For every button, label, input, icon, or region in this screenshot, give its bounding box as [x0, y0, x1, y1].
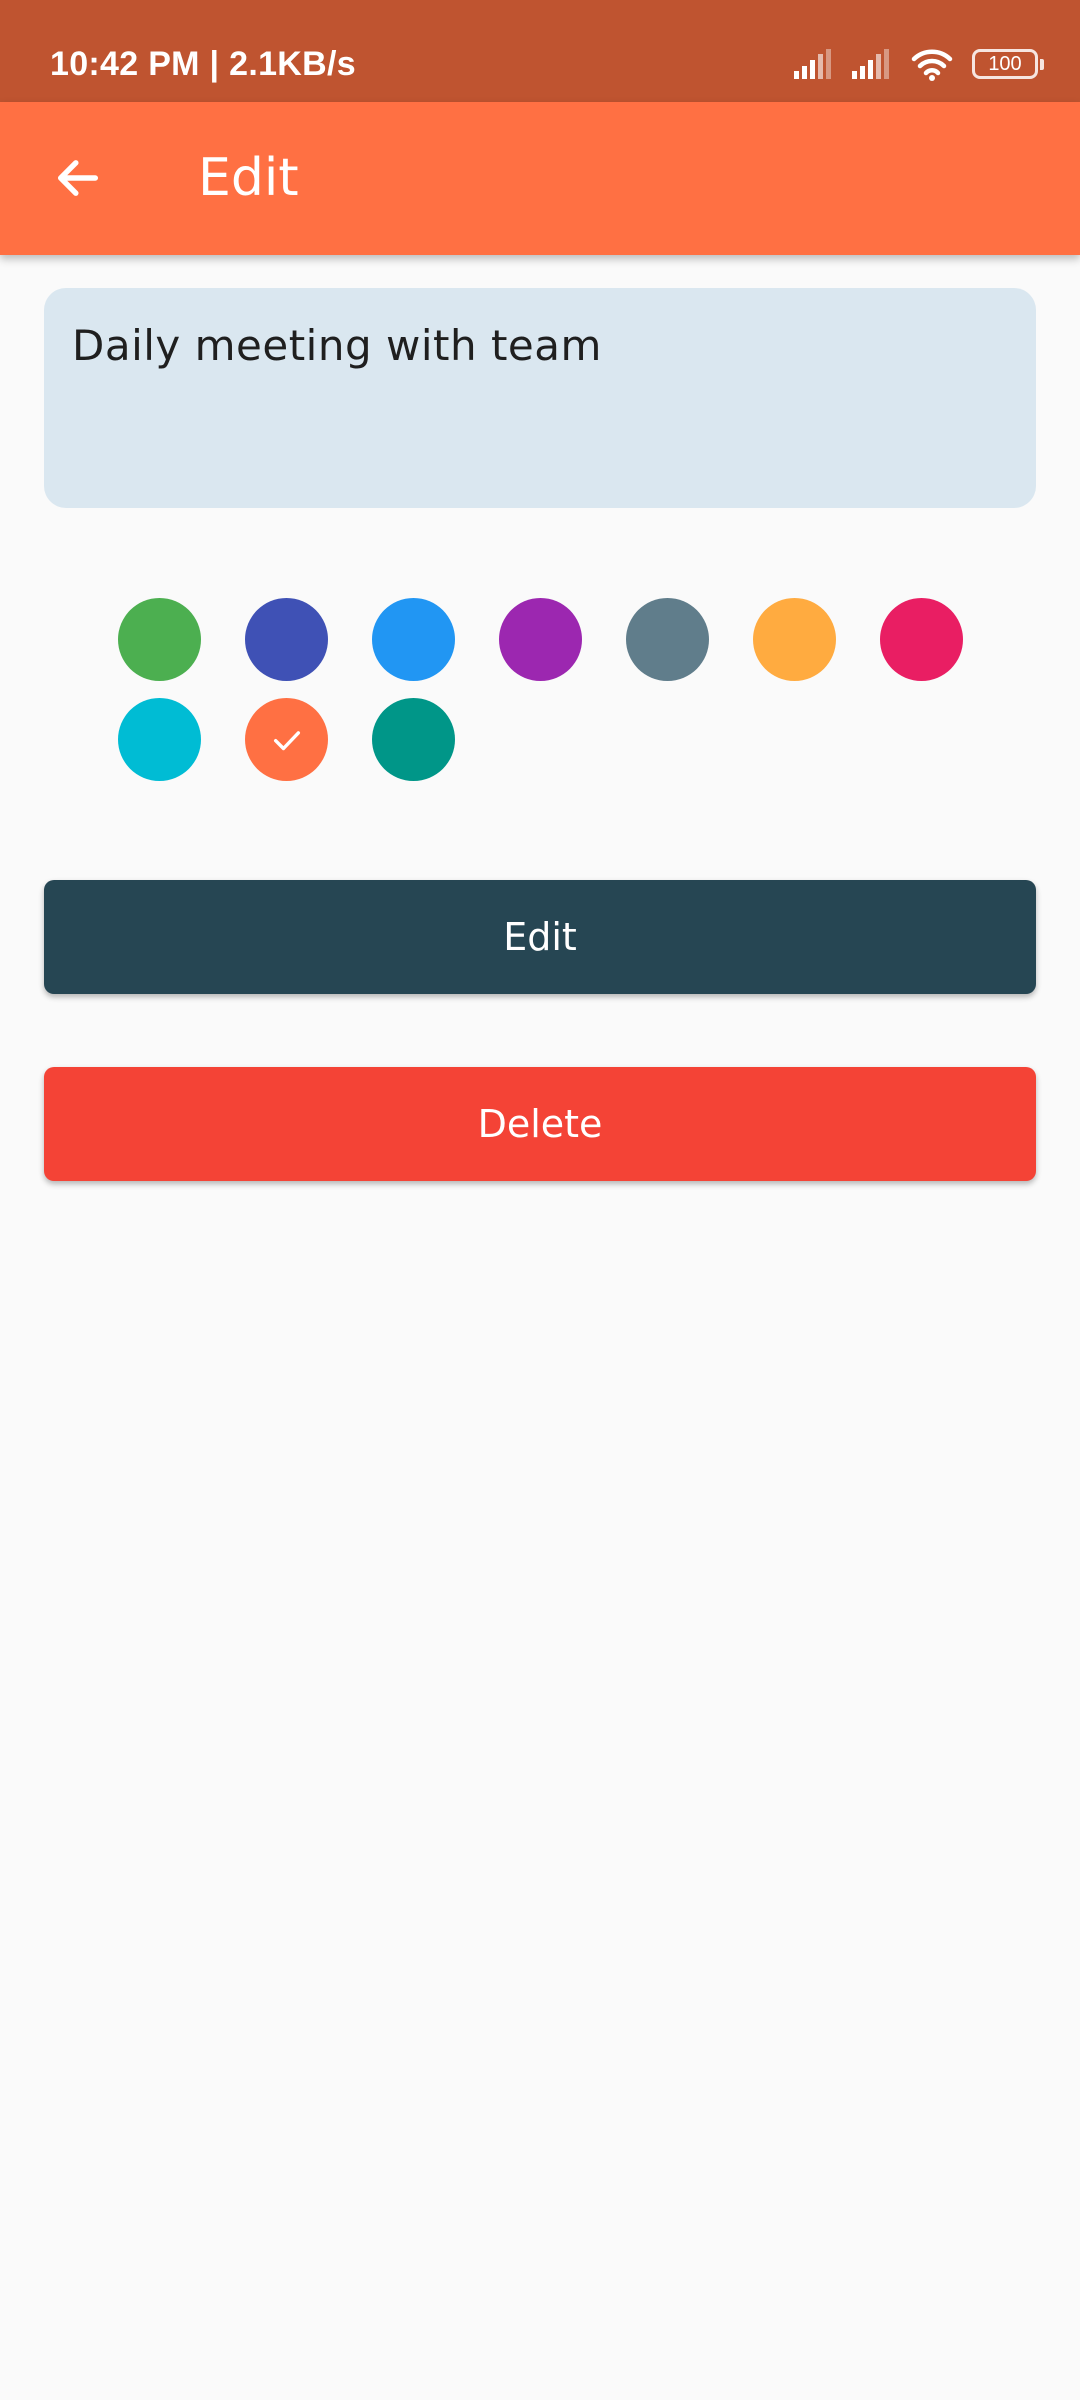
note-text-field[interactable]: Daily meeting with team	[44, 288, 1036, 508]
color-swatch-pink[interactable]	[880, 598, 963, 681]
page-title: Edit	[198, 148, 299, 208]
color-swatch-deep-orange[interactable]	[245, 698, 328, 781]
status-time-speed: 10:42 PM | 2.1KB/s	[50, 45, 356, 83]
color-swatch-cyan[interactable]	[118, 698, 201, 781]
app-bar: Edit	[0, 102, 1080, 255]
color-swatch-blue[interactable]	[372, 598, 455, 681]
back-button[interactable]	[40, 140, 116, 216]
color-swatch-teal[interactable]	[372, 698, 455, 781]
color-swatch-green[interactable]	[118, 598, 201, 681]
edit-button[interactable]: Edit	[44, 880, 1036, 994]
arrow-back-icon	[57, 160, 99, 196]
status-icons: 100	[794, 44, 1044, 84]
delete-button[interactable]: Delete	[44, 1067, 1036, 1181]
signal-icon	[852, 49, 892, 79]
color-swatch-orange[interactable]	[753, 598, 836, 681]
signal-icon	[794, 49, 834, 79]
note-text: Daily meeting with team	[72, 321, 602, 370]
wifi-icon	[910, 47, 954, 81]
battery-icon: 100	[972, 49, 1044, 79]
color-swatch-indigo[interactable]	[245, 598, 328, 681]
color-picker	[118, 598, 1018, 781]
status-bar: 10:42 PM | 2.1KB/s 100	[0, 0, 1080, 102]
color-swatch-blue-grey[interactable]	[626, 598, 709, 681]
color-swatch-purple[interactable]	[499, 598, 582, 681]
check-icon	[273, 730, 300, 750]
